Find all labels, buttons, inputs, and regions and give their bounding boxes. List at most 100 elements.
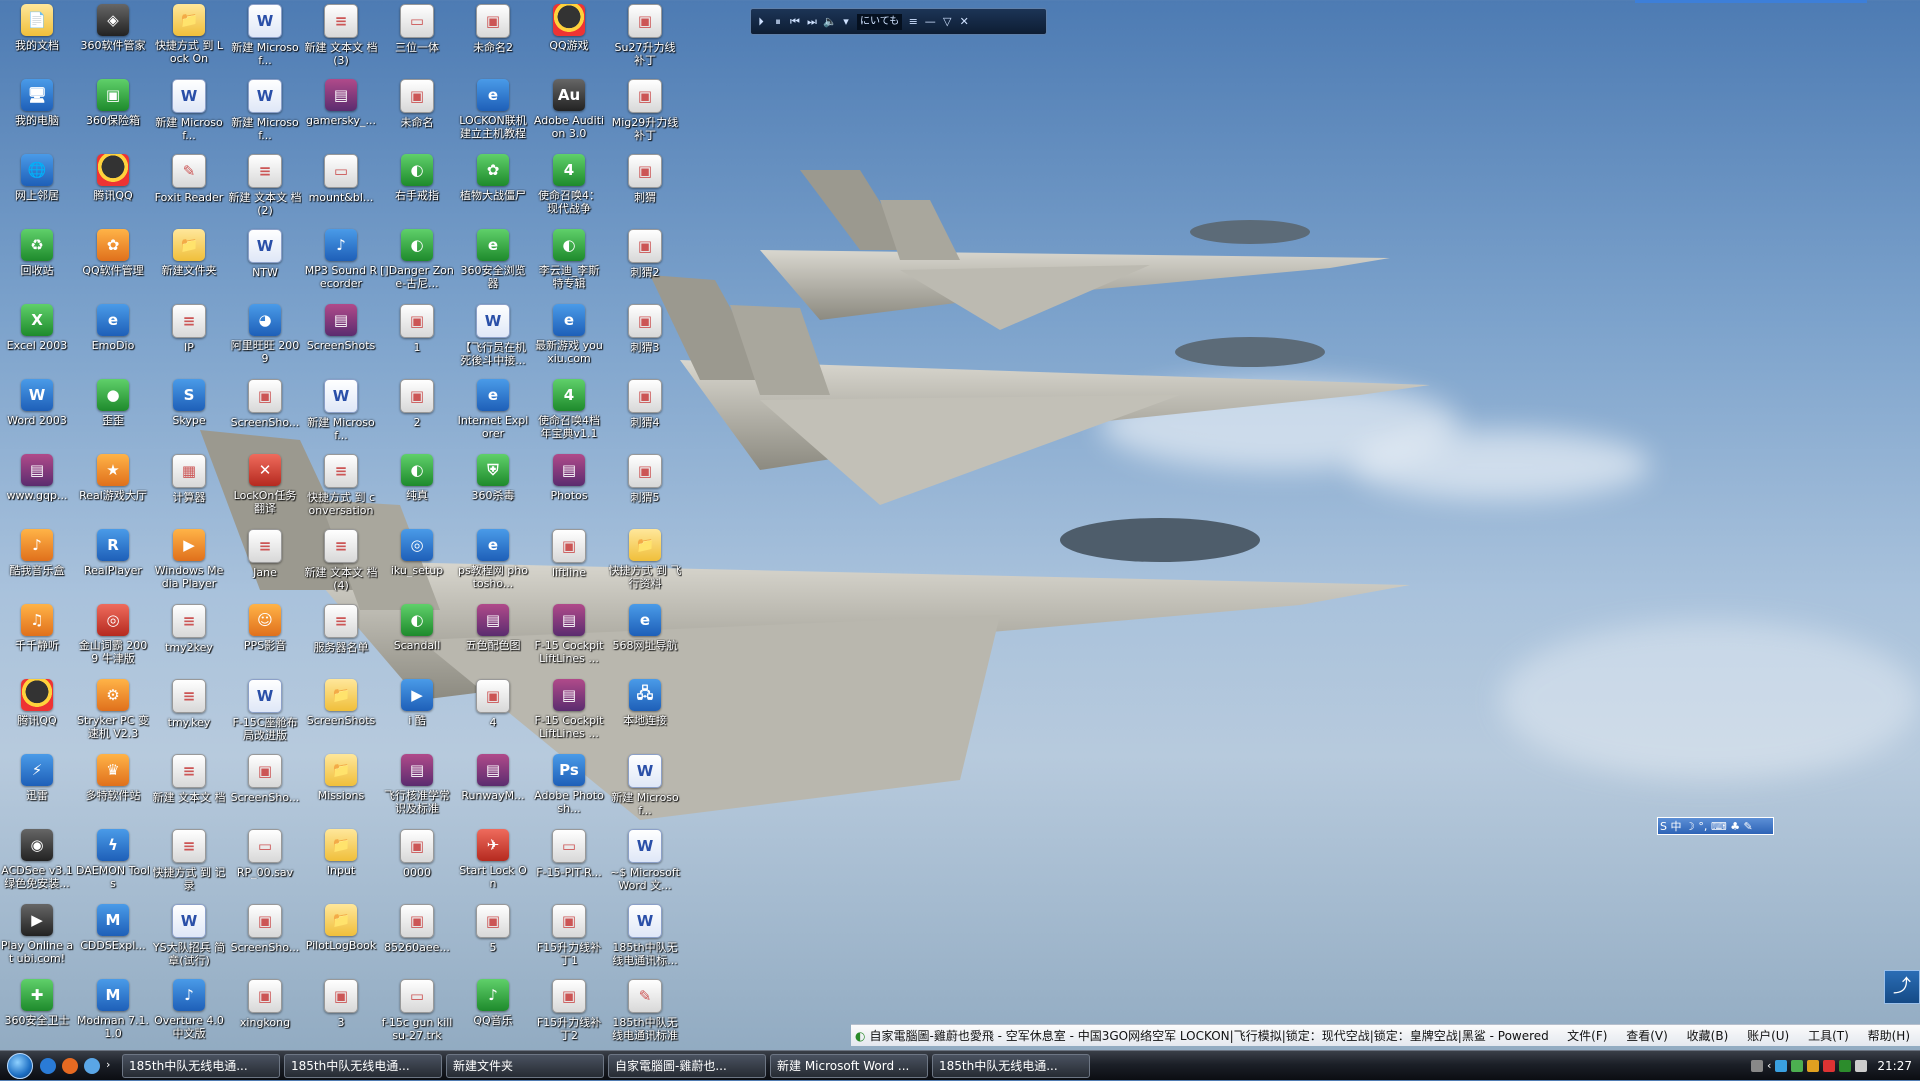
desktop-icon[interactable]: ♫ 千千静听 [0, 602, 74, 674]
desktop-icon[interactable]: ▣ 刺猬5 [608, 452, 682, 524]
desktop-icon[interactable]: ♻ 回收站 [0, 227, 74, 299]
desktop-icon[interactable]: ▣ F15升力线补 丁1 [532, 902, 606, 974]
desktop-icon[interactable]: ▣ 85260aee... [380, 902, 454, 974]
desktop-icon[interactable]: 📁 快捷方式 到 Lock On [152, 2, 226, 74]
desktop-icon[interactable]: e LOCKON联机 建立主机教程 [456, 77, 530, 149]
desktop-icon[interactable]: W Word 2003 [0, 377, 74, 449]
media-logo-icon[interactable]: ⏵ [755, 15, 767, 29]
desktop-icon[interactable]: ▣ F15升力线补 丁2 [532, 977, 606, 1049]
menu-favorites[interactable]: 收藏(B) [1687, 1029, 1729, 1043]
desktop-icon[interactable]: ≡ 新建 文本文 档 (4) [304, 527, 378, 599]
desktop-icon[interactable]: W 新建 Microsof... [304, 377, 378, 449]
desktop-icon[interactable]: ▣ 刺猬 [608, 152, 682, 224]
chevron-right-icon[interactable]: › [106, 1058, 114, 1074]
desktop-icon[interactable]: ▭ 三位一体 [380, 2, 454, 74]
desktop-icon[interactable]: ♛ 多特软件站 [76, 752, 150, 824]
desktop-icon[interactable]: ≡ Jane [228, 527, 302, 599]
desktop-icon[interactable]: ♪ 酷我音乐盒 [0, 527, 74, 599]
desktop-icon[interactable]: ✎ 185th中队无 线电通讯标准 手册 [608, 977, 682, 1049]
desktop-icon[interactable]: ▣ 0000 [380, 827, 454, 899]
desktop-icon[interactable]: e EmoDio [76, 302, 150, 374]
desktop-icon[interactable]: Ps Adobe Photosh... [532, 752, 606, 824]
qq-tray-icon[interactable] [1807, 1059, 1820, 1072]
desktop-icon[interactable]: ▣ liftline [532, 527, 606, 599]
alert-icon[interactable] [1823, 1059, 1836, 1072]
desktop-icon[interactable]: W 185th中队无 线电通讯标... [608, 902, 682, 974]
menu-account[interactable]: 账户(U) [1747, 1029, 1789, 1043]
desktop-icon[interactable]: ✎ Foxit Reader [152, 152, 226, 224]
desktop-icon[interactable]: ◐ 纯真 [380, 452, 454, 524]
desktop-icon[interactable]: ▤ F-15 Cockpit LiftLines ... [532, 602, 606, 674]
desktop-icon[interactable]: ≡ tmy.key [152, 677, 226, 749]
desktop-icon[interactable]: W YS大队招兵 简章(试行) [152, 902, 226, 974]
desktop-icon[interactable]: ◐ []Danger Zone-古尼... [380, 227, 454, 299]
desktop-icon[interactable]: R RealPlayer [76, 527, 150, 599]
desktop-icon[interactable]: ☺ PPS影音 [228, 602, 302, 674]
desktop-icon[interactable]: ϟ DAEMON Tools [76, 827, 150, 899]
playlist-icon[interactable]: ≡ [907, 15, 919, 28]
desktop-icon[interactable]: W 新建 Microsof... [608, 752, 682, 824]
desktop-icon[interactable]: ▣ 3 [304, 977, 378, 1049]
floating-widget[interactable]: ⤴ [1884, 970, 1920, 1004]
desktop-icon[interactable]: 🖥 我的电脑 [0, 77, 74, 149]
desktop-icon[interactable]: 📁 Input [304, 827, 378, 899]
browser-window-strip[interactable]: ◐ 自家電腦圖-雞蔚也愛飛 - 空军休息室 - 中国3GO网络空军 LOCKON… [851, 1024, 1920, 1046]
desktop-icon[interactable]: ▣ 未命名2 [456, 2, 530, 74]
desktop-icon[interactable]: e ps教程网 photosho... [456, 527, 530, 599]
desktop-icon[interactable]: M CDDSExpl... [76, 902, 150, 974]
media-player-quicklaunch-icon[interactable] [40, 1057, 56, 1074]
desktop-icon[interactable]: W 新建 Microsof... [228, 77, 302, 149]
desktop-icon[interactable]: 腾讯QQ [0, 677, 74, 749]
desktop-icon[interactable]: ▤ Photos [532, 452, 606, 524]
desktop-icon[interactable]: ≡ 新建 文本文 档 [152, 752, 226, 824]
desktop-icon[interactable]: ▣ ScreenSho... [228, 902, 302, 974]
desktop-icon[interactable]: ≡ 服务器名单 [304, 602, 378, 674]
desktop-icon[interactable]: ⛨ 360杀毒 [456, 452, 530, 524]
desktop-icon[interactable]: ▣ 1 [380, 302, 454, 374]
ime-label[interactable]: S 中 ☽ °, ⌨ ♣ ✎ [1660, 818, 1753, 834]
desktop-icon[interactable]: ▣ 未命名 [380, 77, 454, 149]
taskbar-button[interactable]: 185th中队无线电通... [284, 1053, 442, 1078]
desktop-icon[interactable]: W 新建 Microsof... [152, 77, 226, 149]
desktop-icon[interactable]: ▤ ScreenShots [304, 302, 378, 374]
firefox-quicklaunch-icon[interactable] [62, 1057, 78, 1074]
desktop-icon[interactable]: 📁 PilotLogBook [304, 902, 378, 974]
pause-icon[interactable]: ⏸ [772, 15, 784, 29]
ime-toolbar[interactable]: S 中 ☽ °, ⌨ ♣ ✎ [1657, 817, 1774, 835]
menu-file[interactable]: 文件(F) [1567, 1029, 1607, 1043]
desktop-icon[interactable]: ≡ 新建 文本文 档 (3) [304, 2, 378, 74]
volume-tray-icon[interactable] [1855, 1059, 1868, 1072]
desktop-icon[interactable]: ▣ 2 [380, 377, 454, 449]
desktop-icon[interactable]: ▣ xingkong [228, 977, 302, 1049]
desktop-icon[interactable]: ◉ ACDSee v3.1 绿色免安装... [0, 827, 74, 899]
close-icon[interactable]: ✕ [958, 15, 970, 28]
desktop-icon[interactable]: 🌐 网上邻居 [0, 152, 74, 224]
desktop-icon[interactable]: ▶ i 酷 [380, 677, 454, 749]
start-button[interactable] [0, 1051, 40, 1081]
desktop-icon[interactable]: ◕ 阿里旺旺 2009 [228, 302, 302, 374]
desktop-icon[interactable]: 📁 快捷方式 到 飞行资料 [608, 527, 682, 599]
desktop-icon[interactable]: ≡ 快捷方式 到 conversation [304, 452, 378, 524]
chevron-down-icon[interactable]: ▾ [840, 15, 852, 28]
desktop-icon[interactable]: ▤ 飞行核准学常 识及标准 [380, 752, 454, 824]
desktop-icon[interactable]: M Modman 7.1.1.0 [76, 977, 150, 1049]
desktop-icon[interactable]: ✿ 植物大战僵尸 [456, 152, 530, 224]
desktop-icon[interactable]: QQ游戏 [532, 2, 606, 74]
desktop-icon[interactable]: ♪ MP3 Sound Recorder [304, 227, 378, 299]
desktop-icon[interactable]: ▤ 五色配色图 [456, 602, 530, 674]
desktop-icon[interactable]: 🖧 本地连接 [608, 677, 682, 749]
desktop-icon[interactable]: W ~$ Microsoft Word 文... [608, 827, 682, 899]
desktop-icon[interactable]: ▣ 刺猬3 [608, 302, 682, 374]
desktop-icon[interactable]: ▭ mount&bl... [304, 152, 378, 224]
desktop-icon[interactable]: W F-15C座舱布 局改进版 [228, 677, 302, 749]
desktop-icon[interactable]: ▣ 刺猬4 [608, 377, 682, 449]
clock[interactable]: 21:27 [1877, 1059, 1912, 1073]
desktop-icon[interactable]: ▦ 计算器 [152, 452, 226, 524]
desktop-icon[interactable]: ▣ Su27升力线 补丁 [608, 2, 682, 74]
desktop-icon[interactable]: ★ Real游戏大厅 [76, 452, 150, 524]
desktop-icon[interactable]: ● 歪歪 [76, 377, 150, 449]
chevron-left-icon[interactable]: ‹ [1767, 1059, 1771, 1072]
desktop-icon[interactable]: Au Adobe Audition 3.0 [532, 77, 606, 149]
browser-quicklaunch-icon[interactable] [84, 1057, 100, 1074]
taskbar-button[interactable]: 新建文件夹 [446, 1053, 604, 1078]
